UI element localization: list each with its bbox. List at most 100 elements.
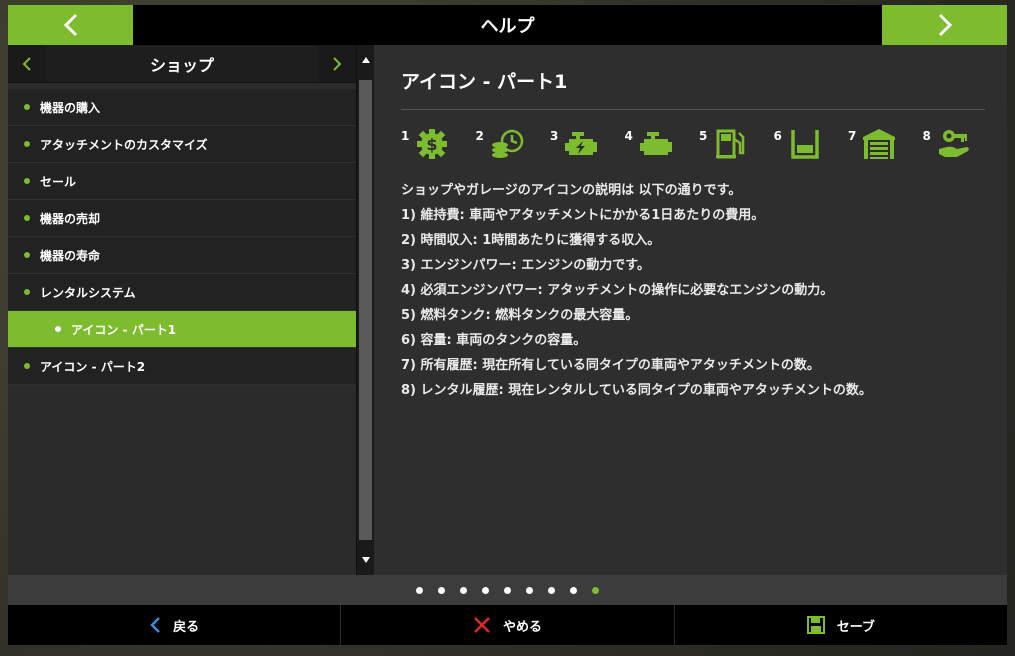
- page-dot[interactable]: [416, 586, 423, 594]
- description-line: 6) 容量: 車両のタンクの容量。: [401, 333, 587, 348]
- icon-legend-item: 6: [774, 127, 849, 161]
- chevron-left-icon: [150, 617, 161, 633]
- description-line: 4) 必須エンジンパワー: アタッチメントの操作に必要なエンジンの動力。: [401, 283, 834, 298]
- bullet-icon: [24, 215, 30, 221]
- scroll-up-button[interactable]: [357, 45, 374, 75]
- tank-capacity-icon: [791, 130, 819, 159]
- icon-number: 1: [401, 129, 410, 143]
- content-title: アイコン - パート1: [401, 71, 568, 93]
- divider: [401, 109, 985, 110]
- icon-legend-item: 2: [476, 127, 551, 161]
- topic-equipment-lifetime[interactable]: 機器の寿命: [8, 237, 356, 274]
- category-prev-button[interactable]: [8, 45, 46, 82]
- description-line: 2) 時間収入: 1時間あたりに獲得する収入。: [401, 233, 661, 248]
- icon-legend-item: 4: [625, 127, 700, 161]
- icon-number: 2: [475, 129, 484, 143]
- chevron-right-icon: [333, 56, 342, 71]
- page-dot[interactable]: [570, 586, 577, 594]
- description-line: 5) 燃料タンク: 燃料タンクの最大容量。: [401, 308, 639, 323]
- bullet-icon: [24, 289, 30, 295]
- content-panel: アイコン - パート1 1 $ 2 3 4 5 6 7 8 ショップやガレージの…: [374, 45, 1007, 575]
- icon-number: 4: [624, 129, 633, 143]
- help-topic-list: 機器の購入 アタッチメントのカスタマイズ セール 機器の売却 機器の寿命 レンタ…: [8, 89, 356, 385]
- page-dot[interactable]: [548, 586, 555, 594]
- topic-icons-part1[interactable]: アイコン - パート1: [8, 311, 356, 348]
- description-text: ショップやガレージのアイコンの説明は 以下の通りです。 1) 維持費: 車両やア…: [401, 178, 872, 403]
- topic-sell-equipment[interactable]: 機器の売却: [8, 200, 356, 237]
- triangle-down-icon: [361, 557, 370, 563]
- fuel-pump-icon: [716, 129, 745, 159]
- topic-label: 機器の購入: [40, 100, 101, 115]
- topic-label: アタッチメントのカスタマイズ: [40, 137, 208, 152]
- engine-bolt-icon: [565, 132, 598, 155]
- chevron-right-icon: [938, 13, 952, 37]
- icon-legend-item: 3: [550, 127, 625, 161]
- description-line: 1) 維持費: 車両やアタッチメントにかかる1日あたりの費用。: [401, 208, 765, 223]
- page-title: ヘルプ: [480, 16, 535, 37]
- icon-legend-item: 5: [699, 127, 774, 161]
- bullet-icon: [55, 326, 61, 332]
- page-dot[interactable]: [526, 586, 533, 594]
- icon-number: 6: [773, 129, 782, 143]
- back-button[interactable]: 戻る: [8, 605, 342, 645]
- bullet-icon: [24, 178, 30, 184]
- topic-sale[interactable]: セール: [8, 163, 356, 200]
- page-dot-active[interactable]: [592, 586, 599, 594]
- bottom-action-bar: 戻る やめる セーブ: [8, 605, 1007, 645]
- topic-list-scrollbar[interactable]: [357, 45, 374, 575]
- chevron-left-icon: [22, 56, 31, 71]
- icon-number: 8: [922, 129, 931, 143]
- svg-text:$: $: [427, 135, 438, 154]
- bullet-icon: [24, 252, 30, 258]
- icon-number: 7: [848, 129, 857, 143]
- icon-legend-row: 1 $ 2 3 4 5 6 7 8: [401, 127, 997, 161]
- bullet-icon: [24, 141, 30, 147]
- topic-buy-equipment[interactable]: 機器の購入: [8, 89, 356, 126]
- category-header: ショップ: [8, 45, 356, 83]
- description-line: ショップやガレージのアイコンの説明は 以下の通りです。: [401, 183, 742, 198]
- category-panel: ショップ 機器の購入 アタッチメントのカスタマイズ セール 機器の売却 機器の寿…: [8, 45, 357, 575]
- previous-page-button[interactable]: [8, 5, 133, 45]
- bullet-icon: [24, 363, 30, 369]
- page-dot[interactable]: [482, 586, 489, 594]
- cancel-label: やめる: [502, 619, 542, 635]
- topic-label: 機器の売却: [40, 211, 101, 226]
- icon-number: 3: [550, 129, 559, 143]
- page-dot[interactable]: [504, 586, 511, 594]
- bullet-icon: [24, 104, 30, 110]
- floppy-disk-icon: [806, 616, 825, 634]
- topic-label: セール: [40, 174, 77, 189]
- topic-icons-part2[interactable]: アイコン - パート2: [8, 348, 356, 385]
- category-next-button[interactable]: [318, 45, 356, 82]
- engine-icon: [639, 132, 672, 155]
- topic-rental-system[interactable]: レンタルシステム: [8, 274, 356, 311]
- back-label: 戻る: [173, 619, 200, 635]
- topic-label: レンタルシステム: [40, 285, 136, 300]
- page-dot[interactable]: [438, 586, 445, 594]
- topic-label: アイコン - パート1: [71, 322, 177, 337]
- triangle-up-icon: [361, 57, 370, 63]
- top-bar: ヘルプ: [8, 5, 1007, 45]
- icon-number: 5: [699, 129, 708, 143]
- topic-label: アイコン - パート2: [40, 359, 146, 374]
- description-line: 3) エンジンパワー: エンジンの動力です。: [401, 258, 650, 273]
- topic-customize-attachments[interactable]: アタッチメントのカスタマイズ: [8, 126, 356, 163]
- garage-icon: [863, 129, 896, 159]
- hand-key-icon: [938, 130, 969, 157]
- description-line: 7) 所有履歴: 現在所有している同タイプの車両やアタッチメントの数。: [401, 358, 820, 373]
- chevron-left-icon: [63, 13, 77, 37]
- money-gear-icon: $: [417, 129, 448, 159]
- page-indicator: [8, 575, 1007, 605]
- icon-legend-item: 7: [848, 127, 923, 161]
- scroll-down-button[interactable]: [357, 545, 374, 575]
- scroll-thumb[interactable]: [359, 80, 372, 540]
- page-dot[interactable]: [460, 586, 467, 594]
- category-title: ショップ: [149, 55, 214, 75]
- icon-legend-item: 1 $: [401, 127, 476, 161]
- cancel-button[interactable]: やめる: [341, 605, 675, 645]
- save-label: セーブ: [836, 619, 875, 635]
- close-icon: [474, 617, 490, 633]
- save-button[interactable]: セーブ: [675, 605, 1007, 645]
- description-line: 8) レンタル履歴: 現在レンタルしている同タイプの車両やアタッチメントの数。: [401, 383, 872, 398]
- next-page-button[interactable]: [882, 5, 1007, 45]
